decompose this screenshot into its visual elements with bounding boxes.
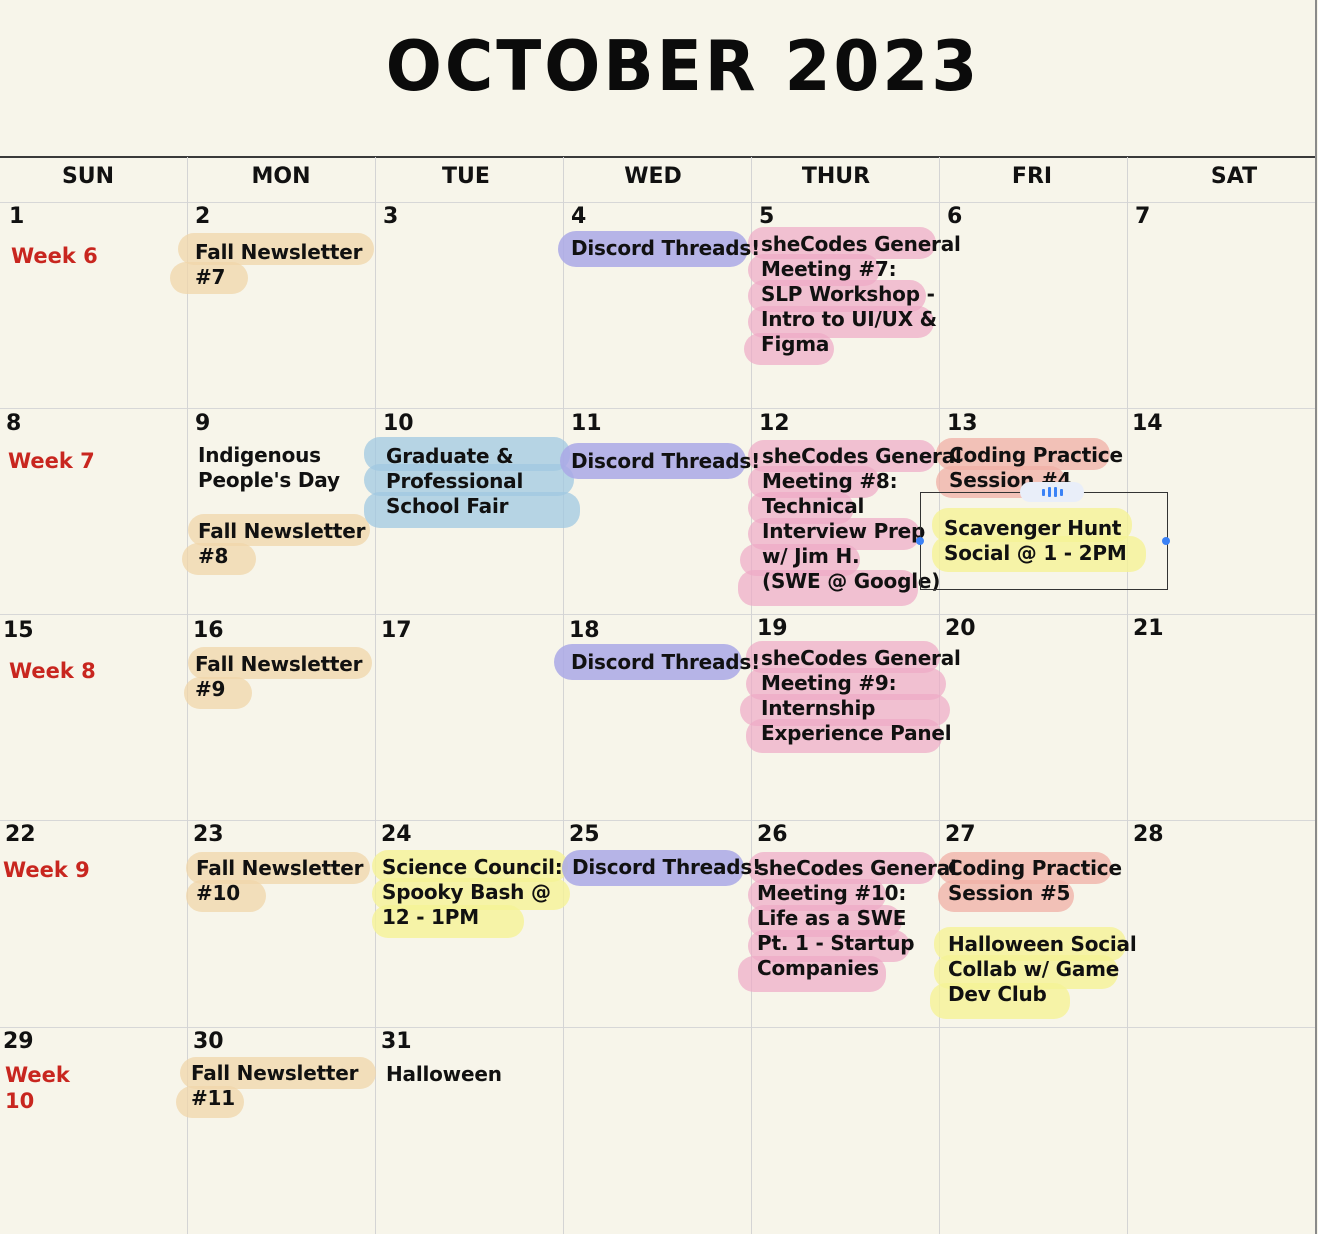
- resize-handle-left[interactable]: [916, 537, 924, 545]
- day-number: 14: [1132, 411, 1163, 436]
- grid-line: [0, 408, 1316, 409]
- dow-fri: FRI: [1011, 164, 1053, 189]
- event-fall-newsletter[interactable]: Fall Newsletter #8: [198, 519, 366, 569]
- drag-grip-icon[interactable]: [1020, 482, 1084, 502]
- day-number: 19: [757, 616, 788, 641]
- event-holiday[interactable]: Indigenous People's Day: [198, 443, 340, 493]
- day-number: 25: [569, 822, 600, 847]
- day-number: 22: [5, 822, 36, 847]
- week-label: Week 9: [3, 858, 90, 882]
- event-discord-threads[interactable]: Discord Threads!: [571, 236, 760, 261]
- selection-box[interactable]: [920, 492, 1168, 590]
- dow-wed: WED: [624, 164, 682, 189]
- day-number: 3: [383, 204, 399, 229]
- dow-mon: MON: [251, 164, 311, 189]
- grid-line: [1127, 157, 1128, 1234]
- day-number: 13: [947, 411, 978, 436]
- day-number: 12: [759, 411, 790, 436]
- event-holiday[interactable]: Halloween: [386, 1062, 502, 1087]
- resize-handle-right[interactable]: [1162, 537, 1170, 545]
- day-number: 26: [757, 822, 788, 847]
- event-coding-practice[interactable]: Coding Practice Session #5: [948, 856, 1122, 906]
- calendar-title: OCTOBER 2023: [385, 26, 981, 107]
- event-fall-newsletter[interactable]: Fall Newsletter #10: [196, 856, 364, 906]
- day-number: 18: [569, 618, 600, 643]
- day-number: 30: [193, 1029, 224, 1054]
- event-shecodes-meeting[interactable]: sheCodes General Meeting #9: Internship …: [761, 646, 961, 746]
- grid-line: [0, 202, 1316, 203]
- day-number: 29: [3, 1029, 34, 1054]
- event-spooky-bash[interactable]: Science Council: Spooky Bash @ 12 - 1PM: [382, 855, 563, 930]
- grid-line: [0, 1027, 1316, 1028]
- day-number: 15: [3, 618, 34, 643]
- grid-line: [0, 614, 1316, 615]
- event-discord-threads[interactable]: Discord Threads!: [571, 650, 760, 675]
- event-discord-threads[interactable]: Discord Threads!: [571, 449, 760, 474]
- event-fall-newsletter[interactable]: Fall Newsletter #11: [191, 1061, 359, 1111]
- week-label: Week 10: [5, 1063, 70, 1113]
- page-edge: [1315, 0, 1317, 1234]
- week-label: Week 8: [9, 659, 96, 683]
- event-fall-newsletter[interactable]: Fall Newsletter #7: [195, 240, 363, 290]
- day-number: 20: [945, 616, 976, 641]
- day-number: 7: [1135, 204, 1151, 229]
- day-number: 27: [945, 822, 976, 847]
- dow-tue: TUE: [442, 164, 490, 189]
- event-fall-newsletter[interactable]: Fall Newsletter #9: [195, 652, 363, 702]
- dow-thur: THUR: [801, 164, 871, 189]
- day-number: 31: [381, 1029, 412, 1054]
- day-number: 2: [195, 204, 211, 229]
- event-halloween-social[interactable]: Halloween Social Collab w/ Game Dev Club: [948, 932, 1137, 1007]
- day-number: 8: [6, 411, 22, 436]
- header-rule: [0, 156, 1316, 158]
- day-number: 1: [9, 204, 25, 229]
- day-number: 24: [381, 822, 412, 847]
- day-number: 21: [1133, 616, 1164, 641]
- dow-sun: SUN: [61, 164, 115, 189]
- grid-line: [563, 157, 564, 1234]
- day-number: 11: [571, 411, 602, 436]
- day-number: 23: [193, 822, 224, 847]
- day-number: 10: [383, 411, 414, 436]
- day-number: 5: [759, 204, 775, 229]
- day-number: 28: [1133, 822, 1164, 847]
- event-shecodes-meeting[interactable]: sheCodes General Meeting #7: SLP Worksho…: [761, 232, 961, 357]
- day-number: 6: [947, 204, 963, 229]
- event-school-fair[interactable]: Graduate & Professional School Fair: [386, 444, 523, 519]
- grid-line: [0, 820, 1316, 821]
- day-number: 17: [381, 618, 412, 643]
- week-label: Week 6: [11, 244, 98, 268]
- dow-sat: SAT: [1210, 164, 1258, 189]
- event-discord-threads[interactable]: Discord Threads!: [572, 855, 761, 880]
- day-number: 16: [193, 618, 224, 643]
- day-number: 4: [571, 204, 587, 229]
- day-number: 9: [195, 411, 211, 436]
- week-label: Week 7: [8, 449, 95, 473]
- event-shecodes-meeting[interactable]: sheCodes General Meeting #10: Life as a …: [757, 856, 957, 981]
